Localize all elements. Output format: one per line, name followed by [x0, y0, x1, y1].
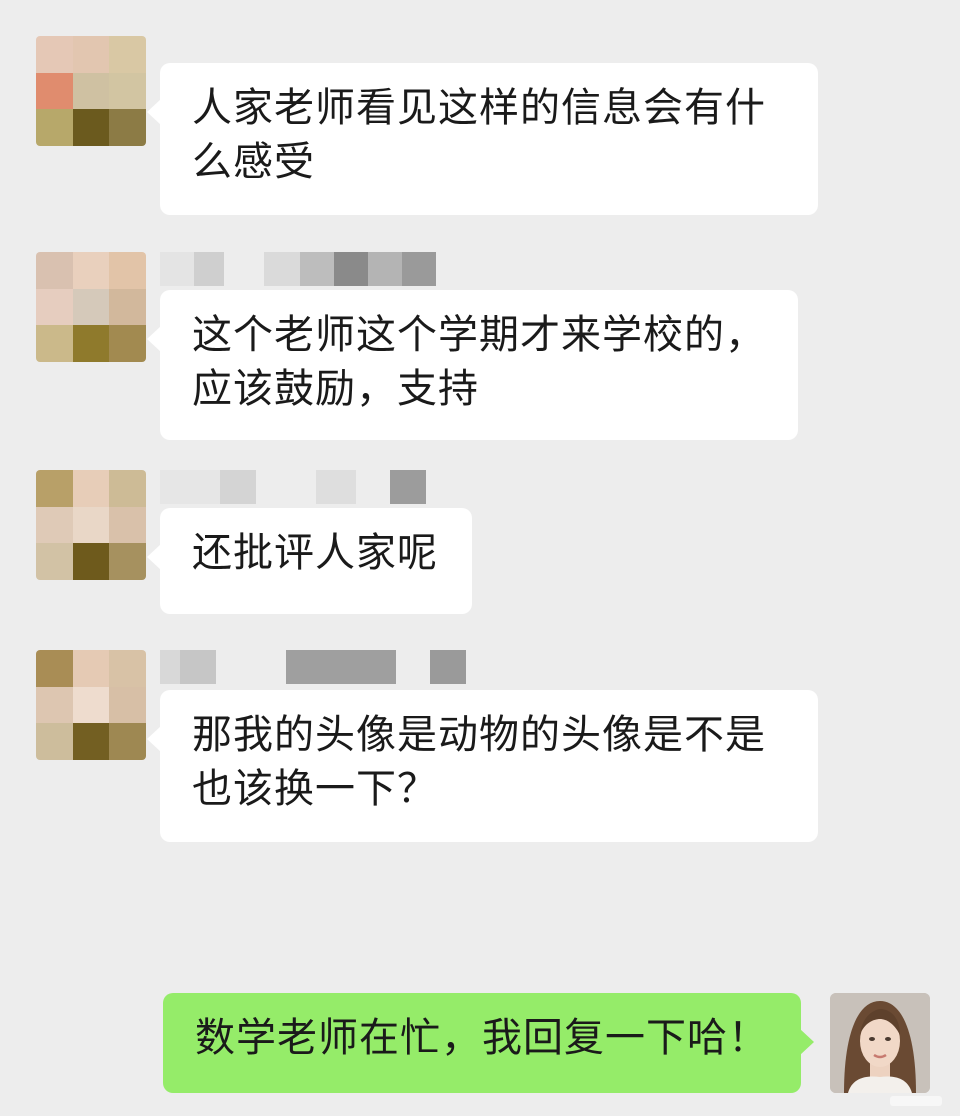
sender-name: [160, 470, 426, 504]
message-text: 数学老师在忙，我回复一下哈！: [195, 1015, 769, 1061]
message-text: 这个老师这个学期才来学校的，应该鼓励，支持: [192, 312, 766, 412]
message-bubble[interactable]: 还批评人家呢: [147, 508, 472, 614]
message-text: 人家老师看见这样的信息会有什么感受: [192, 85, 766, 185]
outgoing-message-bubble[interactable]: 数学老师在忙，我回复一下哈！: [163, 993, 814, 1093]
my-avatar-icon[interactable]: [830, 993, 930, 1093]
message-bubble[interactable]: 这个老师这个学期才来学校的，应该鼓励，支持: [147, 290, 798, 440]
sender-avatar-icon[interactable]: [36, 470, 146, 580]
sender-avatar-icon[interactable]: [36, 36, 146, 146]
message-bubble[interactable]: 那我的头像是动物的头像是不是也该换一下？: [147, 690, 818, 842]
message-text: 那我的头像是动物的头像是不是也该换一下？: [192, 712, 766, 812]
watermark: [886, 1092, 946, 1110]
woman-portrait-avatar-icon: [830, 993, 930, 1093]
message-bubble[interactable]: 人家老师看见这样的信息会有什么感受: [147, 63, 818, 215]
sender-name: [160, 650, 466, 684]
sender-avatar-icon[interactable]: [36, 252, 146, 362]
message-text: 还批评人家呢: [192, 530, 438, 576]
sender-name: [160, 252, 436, 286]
chat-window: 人家老师看见这样的信息会有什么感受 这个老师这个学期才来学校的，应该鼓励，支持 …: [0, 0, 960, 1116]
sender-avatar-icon[interactable]: [36, 650, 146, 760]
